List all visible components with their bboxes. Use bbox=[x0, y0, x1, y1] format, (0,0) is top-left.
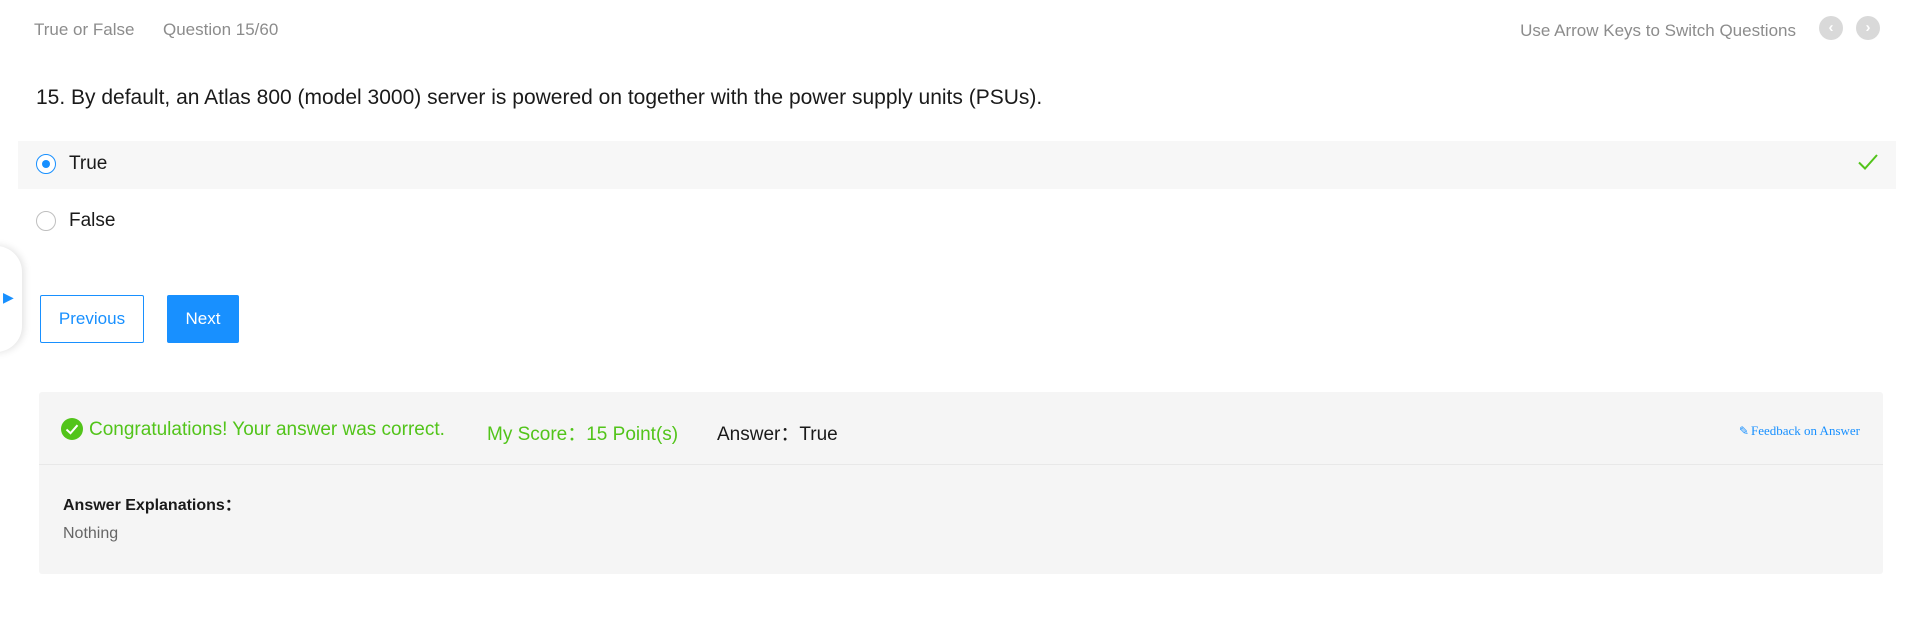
side-panel-toggle[interactable]: ▶ bbox=[0, 246, 22, 352]
edit-pen-icon: ✎ bbox=[1738, 424, 1749, 438]
question-counter: Question 15/60 bbox=[163, 20, 279, 39]
explanation-title: Answer Explanations： bbox=[63, 497, 241, 514]
correct-answer-text: Answer：True bbox=[717, 424, 838, 445]
checkmark-icon bbox=[1858, 154, 1878, 170]
option-label: False bbox=[69, 210, 116, 231]
play-arrow-icon: ▶ bbox=[3, 289, 14, 305]
result-header: Congratulations! Your answer was correct… bbox=[39, 392, 1883, 465]
next-question-icon[interactable]: › bbox=[1856, 16, 1880, 40]
success-check-icon bbox=[61, 418, 83, 440]
feedback-link[interactable]: ✎ Feedback on Answer bbox=[1739, 423, 1860, 439]
explanation-text: Nothing bbox=[63, 525, 119, 542]
score-text: My Score：15 Point(s) bbox=[487, 424, 679, 445]
option-false[interactable]: False bbox=[18, 198, 1896, 246]
feedback-label: Feedback on Answer bbox=[1750, 423, 1860, 438]
previous-button[interactable]: Previous bbox=[40, 295, 144, 343]
radio-selected-icon[interactable] bbox=[36, 154, 56, 174]
radio-unselected-icon[interactable] bbox=[36, 211, 56, 231]
question-text: 15. By default, an Atlas 800 (model 3000… bbox=[36, 86, 1043, 109]
option-true[interactable]: True bbox=[18, 141, 1896, 189]
question-type-label: True or False bbox=[34, 20, 135, 39]
result-message: Congratulations! Your answer was correct… bbox=[89, 419, 445, 440]
keyboard-hint: Use Arrow Keys to Switch Questions bbox=[1520, 21, 1796, 40]
result-panel: Congratulations! Your answer was correct… bbox=[39, 392, 1883, 574]
previous-question-icon[interactable]: ‹ bbox=[1819, 16, 1843, 40]
option-label: True bbox=[69, 153, 108, 174]
top-bar: True or False Question 15/60 Use Arrow K… bbox=[0, 0, 1913, 60]
next-button[interactable]: Next bbox=[167, 295, 239, 343]
